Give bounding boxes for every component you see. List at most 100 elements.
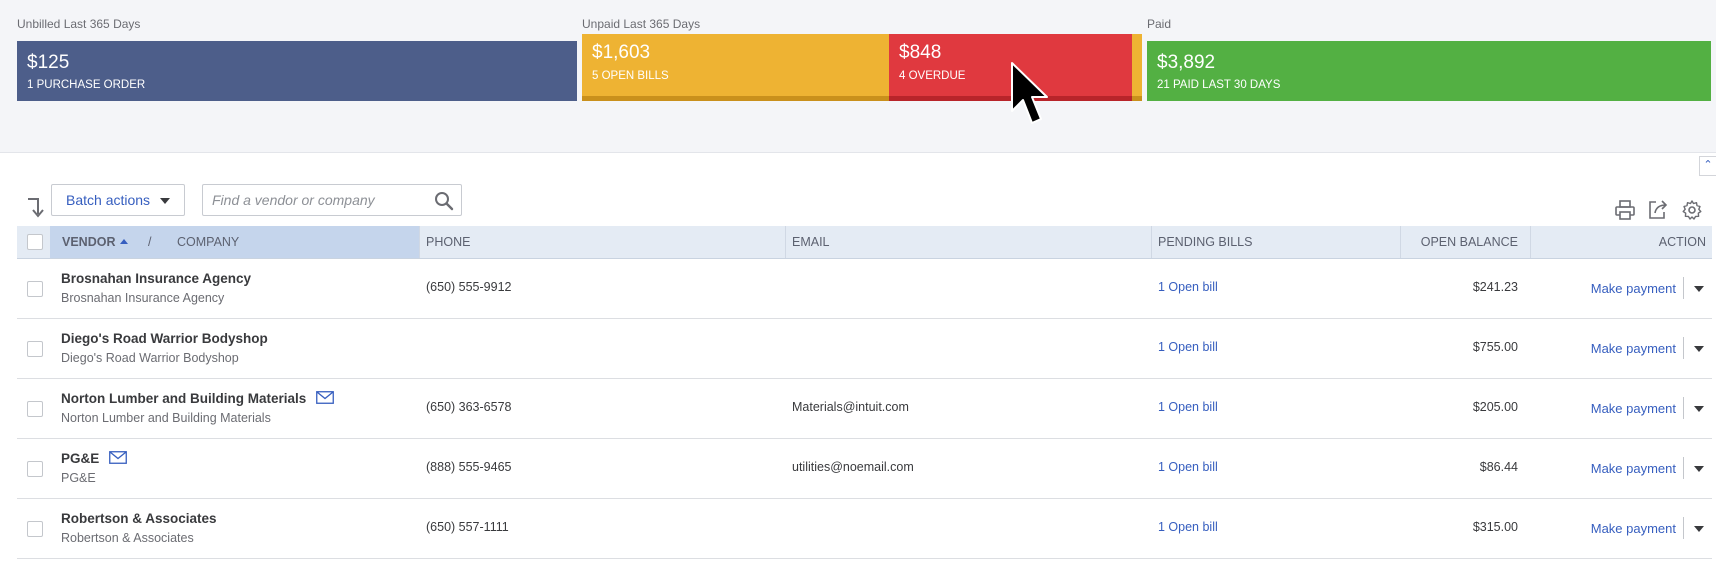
header-slash: /	[148, 235, 152, 249]
open-bills-tail[interactable]	[1132, 34, 1142, 96]
table-row[interactable]: Norton Lumber and Building Materials Nor…	[17, 379, 1712, 439]
company-name: PG&E	[61, 471, 96, 485]
chevron-down-icon	[160, 198, 170, 204]
open-balance: $205.00	[1472, 400, 1518, 414]
phone-number: (650) 555-9912	[426, 280, 512, 294]
paid-label: Paid	[1147, 17, 1172, 31]
action-divider	[1683, 277, 1684, 299]
vendor-name-link[interactable]: Diego's Road Warrior Bodyshop	[61, 331, 268, 346]
paid-subtitle: 21 PAID LAST 30 DAYS	[1157, 79, 1281, 91]
column-divider	[419, 226, 420, 258]
vendor-name-cell: PG&E	[61, 451, 128, 466]
make-payment-link[interactable]: Make payment	[1591, 341, 1676, 356]
open-balance: $241.23	[1472, 280, 1518, 294]
vendor-search-box[interactable]	[202, 184, 462, 216]
pending-bills-link[interactable]: 1 Open bill	[1158, 340, 1218, 354]
vendor-name-link[interactable]: Robertson & Associates	[61, 511, 217, 526]
make-payment-link[interactable]: Make payment	[1591, 401, 1676, 416]
company-name: Diego's Road Warrior Bodyshop	[61, 351, 239, 365]
sort-ascending-icon	[120, 239, 129, 244]
unpaid-label: Unpaid Last 365 Days	[582, 17, 701, 31]
unbilled-amount: $125	[27, 52, 70, 73]
chevron-down-icon[interactable]	[1694, 466, 1704, 472]
open-balance: $86.44	[1479, 460, 1518, 474]
header-vendor-sort[interactable]: VENDOR	[62, 226, 129, 258]
make-payment-link[interactable]: Make payment	[1591, 521, 1676, 536]
unbilled-purchase-orders-block[interactable]: $125 1 PURCHASE ORDER	[17, 41, 577, 101]
header-phone: PHONE	[426, 235, 471, 249]
row-checkbox[interactable]	[27, 341, 43, 357]
mail-icon[interactable]	[109, 451, 128, 464]
batch-actions-button[interactable]: Batch actions	[51, 184, 185, 216]
company-name: Norton Lumber and Building Materials	[61, 411, 271, 425]
make-payment-link[interactable]: Make payment	[1591, 461, 1676, 476]
header-action: ACTION	[1658, 235, 1706, 249]
table-row[interactable]: Diego's Road Warrior Bodyshop Diego's Ro…	[17, 319, 1712, 379]
open-balance: $315.00	[1472, 520, 1518, 534]
action-divider	[1683, 397, 1684, 419]
vendor-name-link[interactable]: PG&E	[61, 451, 99, 466]
email-address: utilities@noemail.com	[792, 460, 914, 474]
header-open-balance-sort[interactable]: OPEN BALANCE	[1421, 226, 1518, 258]
column-divider	[1400, 226, 1401, 258]
phone-number: (888) 555-9465	[426, 460, 512, 474]
paid-amount: $3,892	[1157, 52, 1216, 73]
phone-number: (650) 557-1111	[426, 520, 509, 534]
pending-bills-link[interactable]: 1 Open bill	[1158, 520, 1218, 534]
overdue-subtitle: 4 OVERDUE	[899, 70, 966, 82]
column-divider	[1530, 226, 1531, 258]
open-bills-block[interactable]: $1,603 5 OPEN BILLS	[582, 34, 889, 96]
vendor-name-link[interactable]: Brosnahan Insurance Agency	[61, 271, 251, 286]
action-divider	[1683, 457, 1684, 479]
table-row[interactable]: Brosnahan Insurance Agency Brosnahan Ins…	[17, 259, 1712, 319]
overdue-amount: $848	[899, 42, 942, 63]
action-divider	[1683, 517, 1684, 539]
column-divider	[785, 226, 786, 258]
gear-icon[interactable]	[1681, 199, 1703, 221]
table-row[interactable]: Robertson & Associates Robertson & Assoc…	[17, 499, 1712, 559]
vendor-name-link[interactable]: Norton Lumber and Building Materials	[61, 391, 306, 406]
select-all-checkbox[interactable]	[27, 234, 43, 250]
column-divider	[1151, 226, 1152, 258]
row-checkbox[interactable]	[27, 521, 43, 537]
chevron-down-icon[interactable]	[1694, 406, 1704, 412]
batch-actions-label: Batch actions	[66, 192, 151, 208]
vendor-search-input[interactable]	[203, 185, 423, 215]
mouse-cursor-icon	[1011, 62, 1048, 124]
header-company-sort[interactable]: COMPANY	[177, 226, 239, 258]
header-pending-bills: PENDING BILLS	[1158, 235, 1253, 249]
sort-icon[interactable]	[25, 196, 45, 218]
unbilled-subtitle: 1 PURCHASE ORDER	[27, 79, 146, 91]
search-icon[interactable]	[434, 191, 454, 211]
pending-bills-link[interactable]: 1 Open bill	[1158, 280, 1218, 294]
make-payment-link[interactable]: Make payment	[1591, 281, 1676, 296]
open-bills-amount: $1,603	[592, 42, 651, 63]
unbilled-label: Unbilled Last 365 Days	[17, 17, 141, 31]
email-address: Materials@intuit.com	[792, 400, 909, 414]
row-checkbox[interactable]	[27, 281, 43, 297]
header-vendor-label: VENDOR	[62, 235, 116, 249]
chevron-down-icon[interactable]	[1694, 526, 1704, 532]
mail-icon[interactable]	[316, 391, 335, 404]
action-divider	[1683, 337, 1684, 359]
pending-bills-link[interactable]: 1 Open bill	[1158, 460, 1218, 474]
header-email: EMAIL	[792, 235, 830, 249]
chevron-down-icon[interactable]	[1694, 346, 1704, 352]
collapse-money-bar-button[interactable]: ⌃	[1699, 156, 1716, 176]
paid-bills-block[interactable]: $3,892 21 PAID LAST 30 DAYS	[1147, 41, 1711, 101]
export-icon[interactable]	[1647, 199, 1669, 221]
vendor-name-cell: Norton Lumber and Building Materials	[61, 391, 335, 406]
company-name: Brosnahan Insurance Agency	[61, 291, 225, 305]
company-name: Robertson & Associates	[61, 531, 194, 545]
chevron-up-icon: ⌃	[1703, 159, 1713, 171]
open-bills-subtitle: 5 OPEN BILLS	[592, 70, 669, 82]
row-checkbox[interactable]	[27, 401, 43, 417]
vendor-table-header: VENDOR / COMPANY PHONE EMAIL PENDING BIL…	[17, 226, 1712, 259]
table-row[interactable]: PG&E PG&E (888) 555-9465 utilities@noema…	[17, 439, 1712, 499]
phone-number: (650) 363-6578	[426, 400, 512, 414]
chevron-down-icon[interactable]	[1694, 286, 1704, 292]
row-checkbox[interactable]	[27, 461, 43, 477]
pending-bills-link[interactable]: 1 Open bill	[1158, 400, 1218, 414]
print-icon[interactable]	[1614, 199, 1636, 221]
money-bar: Unbilled Last 365 Days Unpaid Last 365 D…	[0, 0, 1716, 153]
